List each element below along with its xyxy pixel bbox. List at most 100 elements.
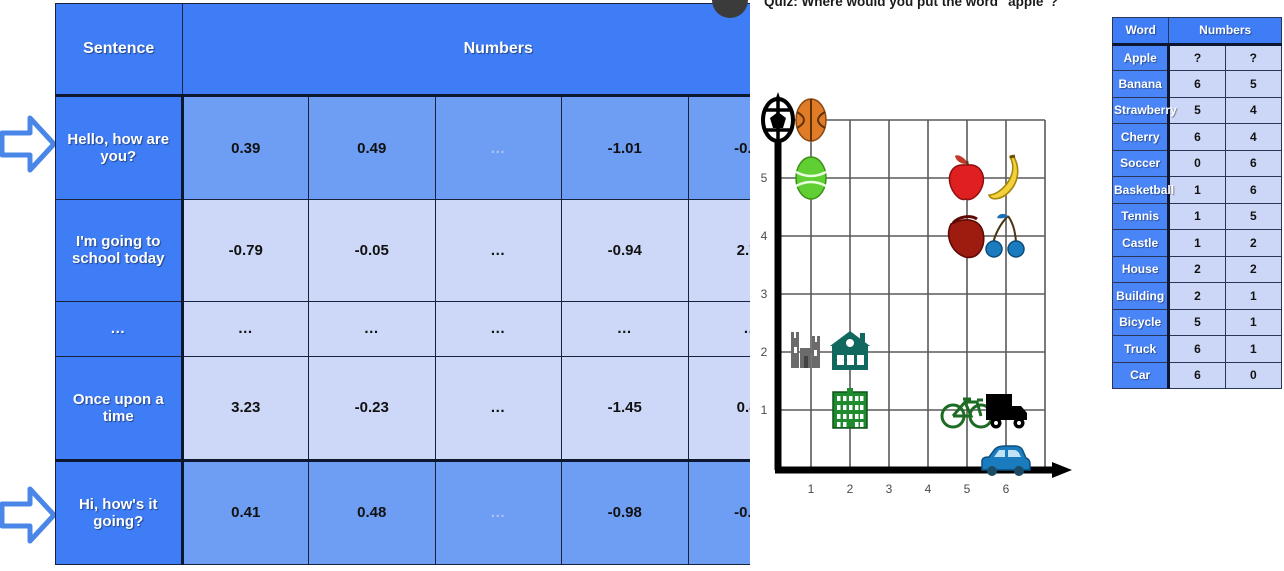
number-cell-2: 2 (1224, 255, 1283, 283)
number-cell: -0.72 (687, 93, 755, 201)
header-numbers: Numbers (1168, 17, 1282, 46)
word-cell: Strawberry (1111, 96, 1177, 124)
sentence-cell: Once upon a time (55, 355, 184, 461)
strawberry-icon (947, 215, 985, 259)
table-row: Once upon a time 3.23 -0.23 … -1.45 0.82 (55, 355, 755, 461)
y-tick: 5 (761, 171, 768, 185)
table-row: Basketball 1 6 (1111, 176, 1283, 204)
number-cell-ellipsis: … (561, 300, 689, 357)
number-cell: -0.05 (308, 199, 436, 302)
y-tick: 1 (761, 403, 768, 417)
table-row: Hi, how's it going? 0.41 0.48 … -0.98 -0… (55, 458, 755, 566)
number-cell: -1.45 (561, 355, 689, 461)
x-tick: 3 (886, 482, 893, 496)
number-cell-2: 1 (1224, 282, 1283, 310)
table-row: Car 6 0 (1111, 361, 1283, 389)
number-cell: -0.94 (561, 199, 689, 302)
y-tick: 4 (761, 229, 768, 243)
number-cell-1: ? (1168, 43, 1226, 71)
table-row-ellipsis: … … … … … … (55, 300, 755, 357)
arrow-row-hi-icon (0, 484, 56, 546)
x-tick: 6 (1003, 482, 1010, 496)
number-cell-1: 6 (1168, 361, 1226, 389)
table-row: Building 2 1 (1111, 282, 1283, 310)
apple-icon (948, 155, 985, 201)
number-cell-ellipsis: … (434, 355, 562, 461)
building-icon (832, 388, 868, 429)
sentence-cell-ellipsis: … (55, 300, 184, 357)
word-table-header-row: Word Numbers (1111, 17, 1282, 46)
number-cell: 0.39 (181, 93, 309, 201)
number-cell-ellipsis: … (434, 199, 562, 302)
header-word: Word (1111, 17, 1170, 46)
word-cell: Castle (1111, 229, 1171, 257)
number-cell-ellipsis: … (434, 458, 562, 566)
word-cell: Bicycle (1111, 308, 1171, 336)
word-cell: Basketball (1111, 176, 1174, 204)
table-row: Truck 6 1 (1111, 335, 1283, 363)
sentence-cell: Hello, how are you? (55, 93, 184, 201)
sentence-table-header-row: Sentence Numbers (55, 3, 755, 97)
number-cell-1: 1 (1168, 229, 1226, 257)
header-sentence: Sentence (55, 3, 183, 97)
number-cell-2: 6 (1224, 176, 1283, 204)
y-tick: 3 (761, 287, 768, 301)
table-row: Banana 6 5 (1111, 70, 1283, 98)
number-cell-1: 6 (1168, 70, 1226, 98)
house-icon (830, 331, 870, 370)
number-cell-1: 2 (1168, 255, 1226, 283)
x-tick: 4 (925, 482, 932, 496)
word-cell: Car (1111, 361, 1171, 389)
slide-canvas: Sentence Numbers Hello, how are you? 0.3… (0, 0, 1284, 571)
sentence-cell: Hi, how's it going? (55, 458, 184, 566)
x-axis-tick-labels: 1 2 3 4 5 6 (808, 482, 1010, 496)
word-cell: Apple (1111, 43, 1171, 71)
table-row: House 2 2 (1111, 255, 1283, 283)
number-cell-ellipsis: … (181, 300, 309, 357)
tennis-ball-icon (795, 156, 827, 200)
number-cell-2: 5 (1224, 202, 1283, 230)
number-cell-1: 1 (1168, 202, 1226, 230)
sentence-cell: I'm going to school today (55, 199, 184, 302)
castle-icon (791, 332, 820, 368)
number-cell: 2.71 (687, 199, 755, 302)
word-cell: Banana (1111, 70, 1171, 98)
number-cell-2: 5 (1224, 70, 1283, 98)
number-cell: -0.98 (561, 458, 689, 566)
number-cell: 0.49 (308, 93, 436, 201)
y-tick: 2 (761, 345, 768, 359)
number-cell-2: 6 (1224, 149, 1283, 177)
table-row: Tennis 1 5 (1111, 202, 1283, 230)
number-cell: -1.01 (561, 93, 689, 201)
number-cell: 3.23 (181, 355, 309, 461)
scatter-plot-svg: 6 5 4 3 2 1 1 2 3 4 5 6 (761, 92, 1072, 496)
number-cell-ellipsis: … (308, 300, 436, 357)
basketball-icon (795, 98, 827, 142)
number-cell: -0.79 (181, 199, 309, 302)
table-row: Hello, how are you? 0.39 0.49 … -1.01 -0… (55, 93, 755, 201)
number-cell-2: ? (1224, 43, 1283, 71)
number-cell-1: 5 (1168, 96, 1226, 124)
number-cell-2: 1 (1224, 335, 1283, 363)
word-cell: Tennis (1111, 202, 1171, 230)
number-cell-2: 4 (1224, 96, 1283, 124)
number-cell-1: 5 (1168, 308, 1226, 336)
word-cell: Truck (1111, 335, 1171, 363)
number-cell: -0.66 (687, 458, 755, 566)
header-numbers: Numbers (181, 3, 755, 97)
table-row: Castle 1 2 (1111, 229, 1283, 257)
number-cell-ellipsis: … (434, 93, 562, 201)
number-cell-2: 4 (1224, 123, 1283, 151)
table-row: Apple ? ? (1111, 43, 1283, 71)
number-cell: 0.82 (687, 355, 755, 461)
number-cell: -0.23 (308, 355, 436, 461)
arrow-row-hello-icon (0, 113, 56, 175)
number-cell-ellipsis: … (687, 300, 755, 357)
number-cell: 0.41 (181, 458, 309, 566)
word-cell: Soccer (1111, 149, 1171, 177)
number-cell-1: 1 (1168, 176, 1226, 204)
axes (771, 92, 1072, 478)
table-row: Strawberry 5 4 (1111, 96, 1283, 124)
word-cell: Building (1111, 282, 1171, 310)
y-axis-tick-labels: 6 5 4 3 2 1 (761, 113, 768, 417)
